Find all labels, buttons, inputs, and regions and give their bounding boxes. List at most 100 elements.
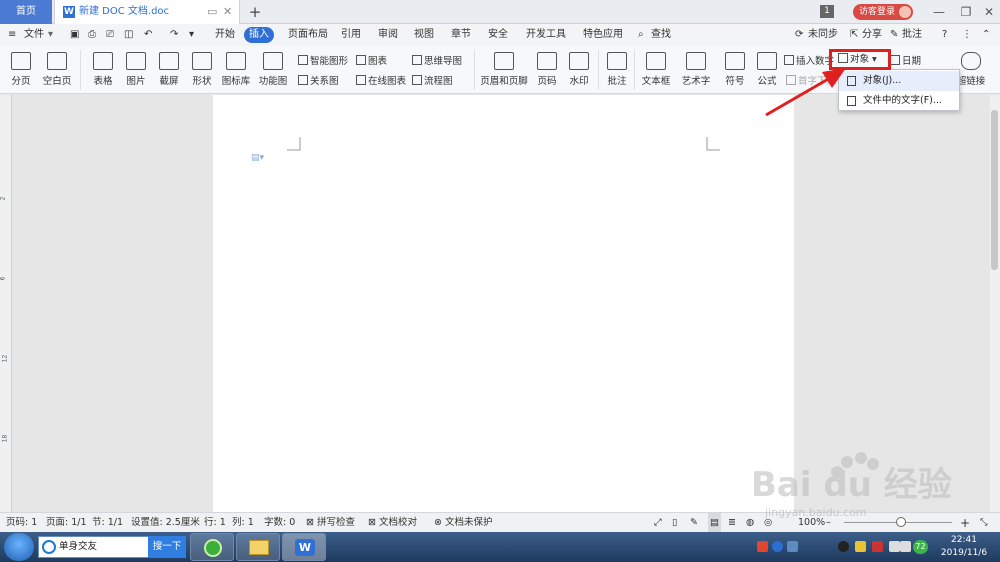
table-button[interactable]: 表格 bbox=[88, 52, 118, 87]
help-tray-icon[interactable] bbox=[772, 541, 783, 552]
share-menu[interactable]: 分享 bbox=[862, 24, 882, 46]
window-restore-icon[interactable]: ▭ bbox=[207, 0, 217, 24]
status-section[interactable]: 节: 1/1 bbox=[92, 513, 123, 533]
tab-chapter[interactable]: 章节 bbox=[451, 24, 471, 46]
help-icon[interactable]: ? bbox=[942, 24, 947, 46]
volume-tray-icon[interactable] bbox=[900, 541, 911, 552]
online-chart-button[interactable]: 在线图表 bbox=[356, 73, 406, 87]
security-tray-icon[interactable] bbox=[855, 541, 866, 552]
tab-view[interactable]: 视图 bbox=[414, 24, 434, 46]
minimize-icon[interactable]: — bbox=[928, 0, 950, 24]
outline-view-icon[interactable]: ≣ bbox=[728, 513, 736, 533]
screenshot-button[interactable]: 截屏 bbox=[154, 52, 184, 87]
tab-developer-tools[interactable]: 开发工具 bbox=[526, 24, 566, 46]
tab-insert[interactable]: 插入 bbox=[244, 27, 274, 43]
maximize-icon[interactable]: ❐ bbox=[955, 0, 977, 24]
preview-icon[interactable]: ◫ bbox=[124, 24, 133, 46]
status-row[interactable]: 行: 1 bbox=[204, 513, 226, 533]
blank-page-button[interactable]: 空白页 bbox=[40, 52, 74, 87]
home-tab[interactable]: 首页 bbox=[0, 0, 52, 24]
icon-library-button[interactable]: 图标库 bbox=[220, 52, 252, 87]
mind-map-button[interactable]: 思维导图 bbox=[412, 53, 462, 67]
collapse-ribbon-icon[interactable]: ⌃ bbox=[982, 24, 990, 46]
reading-mode-icon[interactable]: ▯ bbox=[672, 513, 677, 533]
date-button[interactable]: 日期 bbox=[890, 53, 921, 67]
sogou-ime-icon[interactable] bbox=[757, 541, 768, 552]
tab-security[interactable]: 安全 bbox=[488, 24, 508, 46]
file-menu-chevron-icon[interactable]: ▾ bbox=[48, 24, 53, 46]
annotate-menu[interactable]: 批注 bbox=[902, 24, 922, 46]
windows-start-icon[interactable] bbox=[4, 533, 34, 561]
wordart-button[interactable]: 艺术字 bbox=[678, 52, 714, 87]
fullscreen-icon[interactable]: ⤢ bbox=[654, 513, 662, 533]
picture-button[interactable]: 图片 bbox=[121, 52, 151, 87]
edit-mode-icon[interactable]: ✎ bbox=[690, 513, 698, 533]
smart-shape-button[interactable]: 智能图形 bbox=[298, 53, 348, 67]
header-footer-button[interactable]: 页眉和页脚 bbox=[480, 52, 528, 87]
print-icon[interactable]: ⎚ bbox=[106, 24, 114, 46]
keyboard-tray-icon[interactable] bbox=[787, 541, 798, 552]
save-icon[interactable]: ▣ bbox=[70, 24, 79, 46]
doc-check-button[interactable]: ⊠ 文档校对 bbox=[368, 513, 417, 533]
menu-item-object[interactable]: 对象(J)... bbox=[839, 71, 959, 91]
search-menu[interactable]: 查找 bbox=[651, 24, 671, 46]
page-view-icon[interactable]: ▤ bbox=[708, 513, 721, 533]
qq-tray-icon[interactable] bbox=[838, 541, 849, 552]
status-col[interactable]: 列: 1 bbox=[232, 513, 254, 533]
share-icon[interactable]: ⇱ bbox=[850, 24, 858, 46]
zoom-fit-icon[interactable]: ⤡ bbox=[980, 513, 988, 533]
tab-references[interactable]: 引用 bbox=[341, 24, 361, 46]
tab-special-apps[interactable]: 特色应用 bbox=[583, 24, 623, 46]
scrollbar-thumb[interactable] bbox=[991, 110, 998, 270]
document-page[interactable]: ▤▾ bbox=[213, 95, 794, 512]
status-pages[interactable]: 页面: 1/1 bbox=[46, 513, 87, 533]
protect-button[interactable]: ⊗ 文档未保护 bbox=[434, 513, 493, 533]
spell-check-button[interactable]: ⊠ 拼写检查 bbox=[306, 513, 355, 533]
taskbar-app-wps[interactable]: W bbox=[282, 533, 326, 561]
paragraph-format-icon[interactable]: ▤▾ bbox=[251, 153, 264, 163]
more-icon[interactable]: ▾ bbox=[189, 24, 194, 46]
file-menu[interactable]: 文件 bbox=[24, 24, 44, 46]
page-break-button[interactable]: 分页 bbox=[6, 52, 36, 87]
visitor-login-button[interactable]: 访客登录 bbox=[853, 4, 913, 20]
status-page-code[interactable]: 页码: 1 bbox=[6, 513, 37, 533]
shape-button[interactable]: 形状 bbox=[187, 52, 217, 87]
status-words[interactable]: 字数: 0 bbox=[264, 513, 295, 533]
close-tab-icon[interactable]: ✕ bbox=[223, 0, 232, 24]
taskbar-app-browser[interactable] bbox=[190, 533, 234, 561]
menu-item-text-from-file[interactable]: 文件中的文字(F)... bbox=[839, 91, 959, 111]
comment-button[interactable]: 批注 bbox=[604, 52, 630, 87]
annotate-icon[interactable]: ✎ bbox=[890, 24, 898, 46]
tab-review[interactable]: 审阅 bbox=[378, 24, 398, 46]
textbox-button[interactable]: 文本框 bbox=[638, 52, 674, 87]
redo-icon[interactable]: ↷ bbox=[170, 24, 178, 46]
taskbar-search-button[interactable]: 搜一下 bbox=[148, 536, 186, 558]
status-setting[interactable]: 设置值: 2.5厘米 bbox=[131, 513, 200, 533]
undo-icon[interactable]: ↶ bbox=[144, 24, 152, 46]
function-chart-button[interactable]: 功能图 bbox=[256, 52, 290, 87]
watermark-button[interactable]: 水印 bbox=[564, 52, 594, 87]
export-icon[interactable]: ⎙ bbox=[88, 24, 96, 46]
relation-chart-button[interactable]: 关系图 bbox=[298, 73, 339, 87]
hyperlink-button[interactable]: 超链接 bbox=[956, 52, 986, 87]
window-count-badge[interactable]: 1 bbox=[820, 5, 834, 18]
page-number-button[interactable]: 页码 bbox=[532, 52, 562, 87]
more-options-icon[interactable]: ⋮ bbox=[962, 24, 972, 46]
sync-icon[interactable]: ⟳ bbox=[795, 24, 803, 46]
flowchart-button[interactable]: 流程图 bbox=[412, 73, 453, 87]
tab-page-layout[interactable]: 页面布局 bbox=[288, 24, 328, 46]
new-tab-button[interactable]: + bbox=[244, 0, 266, 24]
symbol-button[interactable]: 符号 bbox=[720, 52, 750, 87]
network-tray-icon[interactable] bbox=[889, 541, 900, 552]
taskbar-clock[interactable]: 22:41 2019/11/6 bbox=[930, 533, 998, 561]
tray-number-badge[interactable]: 72 bbox=[913, 540, 928, 554]
close-window-icon[interactable]: ✕ bbox=[978, 0, 1000, 24]
search-icon[interactable]: ⌕ bbox=[638, 24, 644, 46]
document-tab[interactable]: W 新建 DOC 文档.doc ▭ ✕ bbox=[54, 0, 240, 24]
not-synced-menu[interactable]: 未同步 bbox=[808, 24, 838, 46]
tab-start[interactable]: 开始 bbox=[215, 24, 235, 46]
chart-button[interactable]: 图表 bbox=[356, 53, 387, 67]
hamburger-icon[interactable]: ≡ bbox=[8, 24, 16, 46]
taskbar-app-explorer[interactable] bbox=[236, 533, 280, 561]
flag-tray-icon[interactable] bbox=[872, 541, 883, 552]
